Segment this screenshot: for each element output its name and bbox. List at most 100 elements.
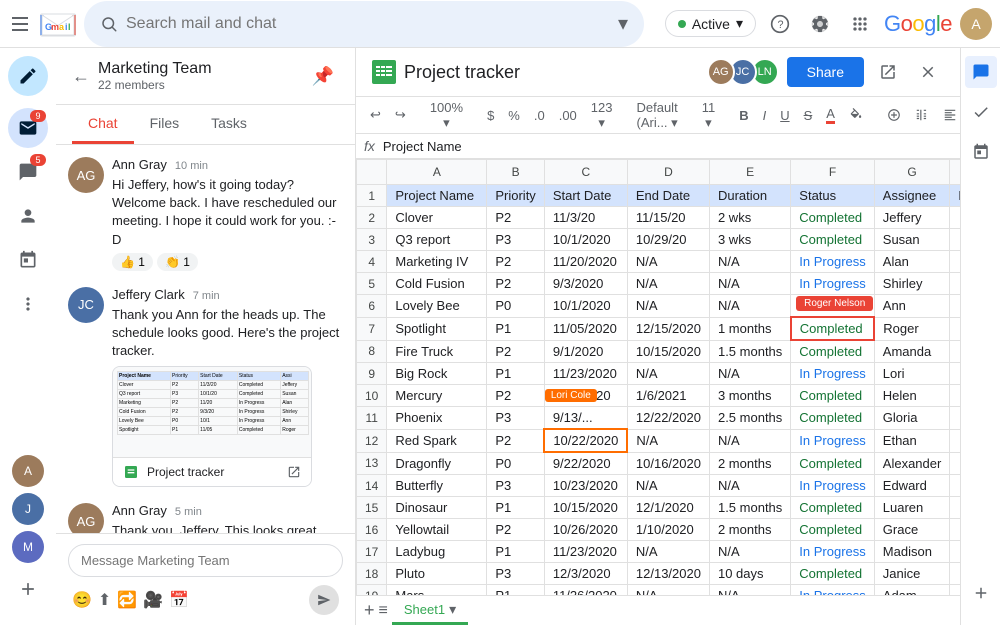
cell-b3[interactable]: P3 [487, 229, 544, 251]
cell-d11[interactable]: 12/22/2020 [627, 407, 709, 430]
cell-a5[interactable]: Cold Fusion [387, 273, 487, 295]
cell-b9[interactable]: P1 [487, 363, 544, 385]
add-sheet-button[interactable]: + [364, 600, 375, 621]
cell-g2[interactable]: Jeffery [874, 207, 950, 229]
cell-b2[interactable]: P2 [487, 207, 544, 229]
sidebar-user-1[interactable]: A [12, 455, 44, 487]
cell-b1[interactable]: Priority [487, 185, 544, 207]
right-chat-icon[interactable] [965, 56, 997, 88]
send-button[interactable] [309, 585, 339, 615]
cell-b7[interactable]: P1 [487, 317, 544, 340]
cell-h1[interactable]: Notes [950, 185, 960, 207]
col-header-a[interactable]: A [387, 160, 487, 185]
cell-g19[interactable]: Adam [874, 585, 950, 596]
cell-c6[interactable]: 10/1/2020 [544, 295, 627, 318]
cell-d3[interactable]: 10/29/20 [627, 229, 709, 251]
cell-d16[interactable]: 1/10/2020 [627, 519, 709, 541]
formula-input[interactable] [383, 139, 952, 154]
cell-g16[interactable]: Grace [874, 519, 950, 541]
open-external-button[interactable] [872, 56, 904, 88]
cell-h13[interactable] [950, 452, 960, 475]
cell-c1[interactable]: Start Date [544, 185, 627, 207]
cell-h7[interactable] [950, 317, 960, 340]
cell-a8[interactable]: Fire Truck [387, 340, 487, 363]
cell-c13[interactable]: 9/22/2020 [544, 452, 627, 475]
cell-g4[interactable]: Alan [874, 251, 950, 273]
cell-a13[interactable]: Dragonfly [387, 452, 487, 475]
close-button[interactable] [912, 56, 944, 88]
search-input[interactable] [126, 15, 610, 33]
cell-d14[interactable]: N/A [627, 475, 709, 497]
cell-c4[interactable]: 11/20/2020 [544, 251, 627, 273]
cell-f10[interactable]: Completed [791, 385, 874, 407]
col-header-b[interactable]: B [487, 160, 544, 185]
settings-button[interactable] [804, 8, 836, 40]
cell-d4[interactable]: N/A [627, 251, 709, 273]
tab-files[interactable]: Files [134, 105, 196, 144]
cell-f3[interactable]: Completed [791, 229, 874, 251]
cell-e3[interactable]: 3 wks [709, 229, 790, 251]
cell-c18[interactable]: 12/3/2020 [544, 563, 627, 585]
cell-f14[interactable]: In Progress [791, 475, 874, 497]
cell-f17[interactable]: In Progress [791, 541, 874, 563]
cell-c2[interactable]: 11/3/20 [544, 207, 627, 229]
cell-c11[interactable]: Lori Cole9/13/... [544, 407, 627, 430]
cell-d19[interactable]: N/A [627, 585, 709, 596]
cell-e6[interactable]: N/A [709, 295, 790, 318]
sidebar-user-2[interactable]: J [12, 493, 44, 525]
cell-c5[interactable]: 9/3/2020 [544, 273, 627, 295]
redo-button[interactable]: ↪ [389, 101, 412, 129]
cell-h12[interactable] [950, 429, 960, 452]
emoji-button[interactable]: 😊 [72, 590, 92, 610]
col-header-e[interactable]: E [709, 160, 790, 185]
menu-button[interactable] [8, 12, 32, 36]
cell-c15[interactable]: 10/15/2020 [544, 497, 627, 519]
sheet-user-1[interactable]: AG [707, 58, 735, 86]
strikethrough-button[interactable]: S [798, 101, 819, 129]
cell-a1[interactable]: Project Name [387, 185, 487, 207]
cell-d13[interactable]: 10/16/2020 [627, 452, 709, 475]
cell-g14[interactable]: Edward [874, 475, 950, 497]
cell-g8[interactable]: Amanda [874, 340, 950, 363]
bold-button[interactable]: B [733, 101, 754, 129]
right-tasks-icon[interactable] [965, 96, 997, 128]
cell-g10[interactable]: Helen [874, 385, 950, 407]
cell-e14[interactable]: N/A [709, 475, 790, 497]
fill-color-button[interactable] [843, 101, 869, 129]
italic-button[interactable]: I [757, 101, 773, 129]
cell-h3[interactable] [950, 229, 960, 251]
active-status[interactable]: Active ▾ [665, 10, 756, 37]
sidebar-mail-icon[interactable]: 9 [8, 108, 48, 148]
cell-d18[interactable]: 12/13/2020 [627, 563, 709, 585]
video-button[interactable]: 🎥 [143, 590, 163, 610]
currency-button[interactable]: $ [481, 101, 500, 129]
cell-b4[interactable]: P2 [487, 251, 544, 273]
cell-c14[interactable]: 10/23/2020 [544, 475, 627, 497]
cell-a7[interactable]: Spotlight [387, 317, 487, 340]
borders-button[interactable] [881, 101, 907, 129]
cell-f12[interactable]: In Progress [791, 429, 874, 452]
cell-c17[interactable]: 11/23/2020 [544, 541, 627, 563]
cell-g18[interactable]: Janice [874, 563, 950, 585]
apps-button[interactable] [844, 8, 876, 40]
cell-b16[interactable]: P2 [487, 519, 544, 541]
underline-button[interactable]: U [774, 101, 795, 129]
message-input-box[interactable] [68, 544, 343, 577]
cell-f13[interactable]: Completed [791, 452, 874, 475]
cell-b12[interactable]: P2 [487, 429, 544, 452]
sidebar-user-3[interactable]: M [12, 531, 44, 563]
cell-a19[interactable]: Mars [387, 585, 487, 596]
cell-e4[interactable]: N/A [709, 251, 790, 273]
cell-b11[interactable]: P3 [487, 407, 544, 430]
cell-h2[interactable] [950, 207, 960, 229]
cell-b13[interactable]: P0 [487, 452, 544, 475]
col-header-f[interactable]: F [791, 160, 874, 185]
upload-button[interactable]: ⬆ [98, 590, 111, 610]
cell-f7[interactable]: Roger NelsonCompleted [791, 317, 874, 340]
cell-d8[interactable]: 10/15/2020 [627, 340, 709, 363]
cell-a4[interactable]: Marketing IV [387, 251, 487, 273]
cell-h10[interactable] [950, 385, 960, 407]
cell-a9[interactable]: Big Rock [387, 363, 487, 385]
cell-h18[interactable] [950, 563, 960, 585]
cell-h8[interactable] [950, 340, 960, 363]
